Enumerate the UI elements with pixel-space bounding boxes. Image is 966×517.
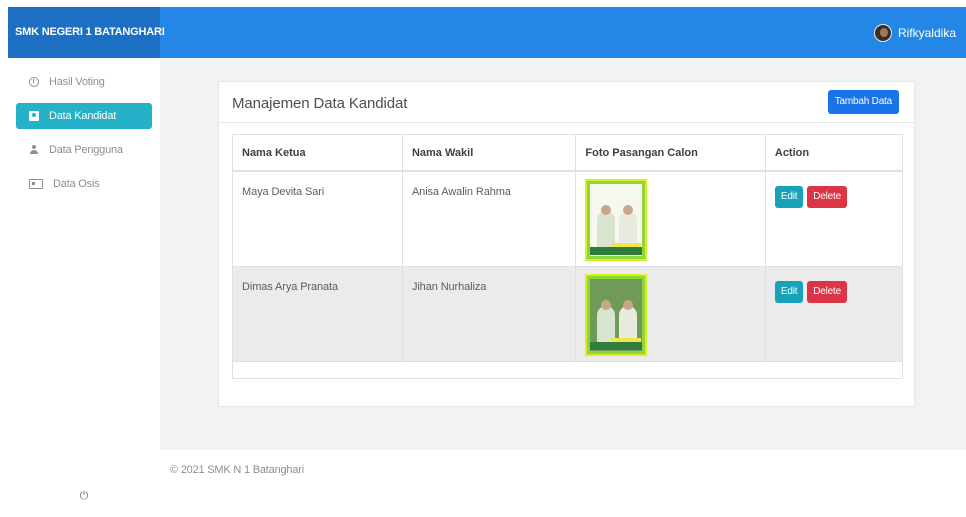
sidebar-item-label: Hasil Voting bbox=[49, 76, 105, 88]
column-header-nama-wakil: Nama Wakil bbox=[402, 135, 577, 172]
sidebar-item-data-kandidat[interactable]: Data Kandidat bbox=[16, 103, 152, 129]
column-header-action: Action bbox=[765, 135, 902, 172]
candidate-photo bbox=[585, 179, 648, 261]
sidebar-item-hasil-voting[interactable]: Hasil Voting bbox=[16, 69, 152, 95]
user-icon bbox=[29, 145, 39, 155]
user-menu[interactable]: Rifkyaldika bbox=[873, 7, 956, 58]
sidebar-item-data-pengguna[interactable]: Data Pengguna bbox=[16, 137, 152, 163]
power-icon[interactable]: ⏻ bbox=[8, 490, 160, 503]
table-row: Dimas Arya Pranata Jihan Nurhaliza Edit … bbox=[233, 266, 902, 362]
avatar[interactable] bbox=[873, 23, 892, 42]
page-title: Manajemen Data Kandidat bbox=[232, 95, 408, 112]
sidebar-item-label: Data Kandidat bbox=[49, 110, 117, 122]
kandidat-card: Manajemen Data Kandidat Tambah Data Nama… bbox=[218, 81, 915, 407]
kandidat-table: Nama Ketua Nama Wakil Foto Pasangan Calo… bbox=[232, 134, 903, 379]
brand-title[interactable]: SMK NEGERI 1 BATANGHARI bbox=[8, 7, 165, 58]
delete-button[interactable]: Delete bbox=[807, 186, 847, 208]
sidebar-item-label: Data Osis bbox=[53, 178, 100, 190]
address-card-icon bbox=[29, 179, 43, 189]
card-divider bbox=[219, 122, 914, 123]
candidate-photo bbox=[585, 273, 648, 356]
username[interactable]: Rifkyaldika bbox=[898, 26, 956, 40]
add-data-button[interactable]: Tambah Data bbox=[827, 90, 899, 114]
sidebar-item-data-osis[interactable]: Data Osis bbox=[16, 171, 152, 197]
sidebar-item-label: Data Pengguna bbox=[49, 144, 123, 156]
main-content: Manajemen Data Kandidat Tambah Data Nama… bbox=[160, 58, 966, 450]
cell-nama-wakil: Jihan Nurhaliza bbox=[402, 266, 577, 362]
table-row: Maya Devita Sari Anisa Awalin Rahma Edit… bbox=[233, 171, 902, 267]
edit-button[interactable]: Edit bbox=[774, 186, 804, 208]
top-navbar: SMK NEGERI 1 BATANGHARI Rifkyaldika bbox=[8, 7, 966, 58]
delete-button[interactable]: Delete bbox=[807, 280, 847, 303]
column-header-nama-ketua: Nama Ketua bbox=[233, 135, 403, 172]
sidebar: Hasil Voting Data Kandidat Data Pengguna… bbox=[8, 58, 160, 517]
cell-nama-ketua: Dimas Arya Pranata bbox=[233, 266, 403, 362]
edit-button[interactable]: Edit bbox=[774, 280, 804, 303]
id-card-icon bbox=[29, 111, 39, 121]
clock-icon bbox=[29, 77, 39, 87]
cell-nama-ketua: Maya Devita Sari bbox=[233, 171, 403, 267]
column-header-foto: Foto Pasangan Calon bbox=[575, 135, 766, 172]
cell-nama-wakil: Anisa Awalin Rahma bbox=[402, 171, 577, 267]
footer-copyright: © 2021 SMK N 1 Batanghari bbox=[170, 464, 304, 476]
